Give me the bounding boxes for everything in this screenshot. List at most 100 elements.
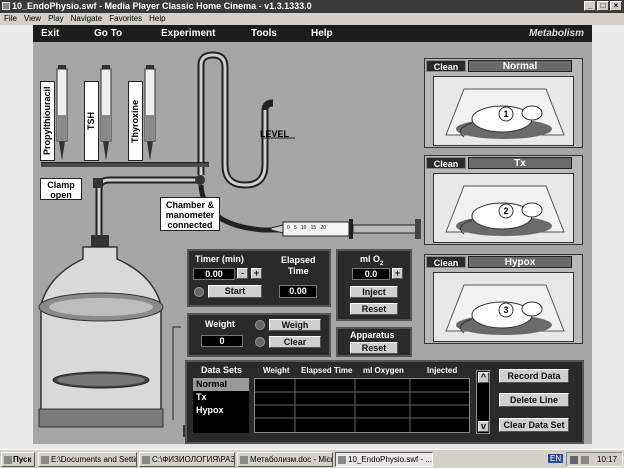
weigh-indicator-icon	[255, 320, 265, 330]
oxygen-increase-button[interactable]: +	[392, 268, 403, 279]
cage-normal[interactable]: Clean Normal 1	[424, 58, 583, 148]
tsh-syringe-icon[interactable]	[99, 65, 113, 163]
thyroxine-label: Thyroxine	[128, 81, 143, 161]
chamber-valve	[195, 175, 205, 185]
cage-label-tx: Tx	[468, 157, 572, 169]
maximize-button[interactable]: □	[597, 1, 609, 11]
inject-button[interactable]: Inject	[350, 286, 398, 298]
clamp-status-line1: Clamp	[47, 180, 75, 190]
elapsed-time-value: 0.00	[279, 285, 317, 298]
data-table[interactable]	[254, 378, 470, 433]
chamber-status-line3: connected	[167, 220, 213, 230]
scroll-up-button[interactable]: ^	[478, 372, 489, 383]
menu-bar: File View Play Navigate Favorites Help	[0, 13, 624, 25]
menu-play[interactable]: Play	[48, 13, 64, 25]
clean-button-tx[interactable]: Clean	[426, 157, 466, 169]
rat-number: 3	[503, 305, 508, 315]
weight-title: Weight	[205, 319, 235, 329]
rat-icon[interactable]: 3	[434, 273, 575, 343]
clean-button-hypox[interactable]: Clean	[426, 256, 466, 268]
apparatus-reset-button[interactable]: Reset	[350, 342, 398, 354]
cage-label-hypox: Hypox	[468, 256, 572, 268]
apparatus-title: Apparatus	[350, 330, 395, 340]
oxygen-value: 0.0	[352, 268, 390, 280]
oxygen-reset-button[interactable]: Reset	[350, 303, 398, 315]
column-ml-oxygen: ml Oxygen	[363, 366, 404, 375]
timer-increase-button[interactable]: +	[251, 268, 262, 279]
syringe-plunger	[352, 224, 418, 234]
rat-icon[interactable]: 1	[434, 77, 575, 147]
scroll-down-button[interactable]: v	[478, 421, 489, 432]
menu-help[interactable]: Help	[149, 13, 165, 25]
taskbar-item-word-document[interactable]: Метаболизм.doc - Micro...	[237, 452, 333, 467]
app-icon	[2, 2, 10, 10]
clamp	[93, 178, 103, 188]
menu-file[interactable]: File	[4, 13, 17, 25]
bell-jar	[40, 246, 162, 416]
minimize-button[interactable]: _	[584, 1, 596, 11]
record-data-button[interactable]: Record Data	[499, 369, 569, 383]
system-tray: 10:17	[566, 452, 623, 467]
volume-icon[interactable]	[581, 456, 589, 464]
data-sets-list: Normal Tx Hypox	[193, 378, 249, 433]
level-label: LEVEL	[260, 129, 290, 139]
column-injected: Injected	[427, 366, 458, 375]
timer-decrease-button[interactable]: -	[237, 268, 248, 279]
data-set-tx[interactable]: Tx	[193, 391, 249, 404]
manometer-u-tube	[197, 51, 274, 189]
clean-button-normal[interactable]: Clean	[426, 60, 466, 72]
rat-icon[interactable]: 2	[434, 174, 575, 244]
language-indicator[interactable]: EN	[548, 454, 564, 463]
start-button[interactable]: Start	[208, 285, 262, 298]
taskbar: Пуск E:\Documents and Settin... C:\ФИЗИО…	[0, 449, 624, 468]
data-sets-title: Data Sets	[201, 365, 243, 375]
apparatus-panel: Apparatus Reset	[336, 327, 412, 357]
timer-panel: Timer (min) 0.00 - + Elapsed Time Start 0…	[187, 249, 331, 307]
close-button[interactable]: ×	[610, 1, 622, 11]
frame-left	[0, 25, 33, 449]
chamber-status-line1: Chamber &	[165, 200, 214, 210]
data-set-normal[interactable]: Normal	[193, 378, 249, 391]
word-icon	[240, 456, 248, 464]
weight-clear-button[interactable]: Clear	[269, 336, 321, 348]
data-table-grid	[255, 379, 469, 432]
rat-number: 2	[503, 206, 508, 216]
window-title: 10_EndoPhysio.swf - Media Player Classic…	[12, 1, 312, 11]
taskbar-item-explorer-physiology[interactable]: C:\ФИЗИОЛОГИЯ\РАЗН...	[139, 452, 235, 467]
taskbar-item-label: C:\ФИЗИОЛОГИЯ\РАЗН...	[152, 455, 235, 464]
media-player-icon	[338, 456, 346, 464]
window-title-bar: 10_EndoPhysio.swf - Media Player Classic…	[0, 0, 624, 13]
clear-indicator-icon	[255, 337, 265, 347]
oxygen-panel: ml O2 0.0 + Inject Reset	[336, 249, 412, 321]
chamber-status[interactable]: Chamber & manometer connected	[160, 197, 220, 231]
delete-line-button[interactable]: Delete Line	[499, 393, 569, 407]
start-menu-button[interactable]: Пуск	[1, 452, 35, 467]
weight-value: 0	[201, 335, 243, 347]
taskbar-item-explorer-documents[interactable]: E:\Documents and Settin...	[38, 452, 137, 467]
chamber-status-line2: manometer	[165, 210, 215, 220]
elapsed-time-title: Elapsed Time	[281, 255, 316, 277]
clear-data-set-button[interactable]: Clear Data Set	[499, 418, 569, 432]
menu-navigate[interactable]: Navigate	[71, 13, 103, 25]
menu-favorites[interactable]: Favorites	[109, 13, 142, 25]
thyroxine-syringe-icon[interactable]	[143, 65, 157, 163]
menu-view[interactable]: View	[24, 13, 41, 25]
data-set-hypox[interactable]: Hypox	[193, 404, 249, 417]
folder-icon	[41, 456, 49, 464]
taskbar-item-label: Метаболизм.doc - Micro...	[250, 455, 333, 464]
oxygen-title-text: ml O	[360, 254, 381, 264]
weigh-button[interactable]: Weigh	[269, 319, 321, 331]
cage-hypox[interactable]: Clean Hypox 3	[424, 254, 583, 344]
timer-value: 0.00	[193, 268, 235, 280]
clamp-status[interactable]: Clamp open	[40, 178, 82, 200]
cage-label-normal: Normal	[468, 60, 572, 72]
tray-icon[interactable]	[570, 456, 578, 464]
oxygen-title-subscript: 2	[380, 260, 384, 267]
folder-icon	[142, 456, 150, 464]
propylthiouracil-label: Propylthiouracil	[40, 81, 55, 161]
taskbar-item-media-player[interactable]: 10_EndoPhysio.swf - ...	[335, 452, 433, 467]
start-indicator-icon	[194, 287, 204, 297]
propylthiouracil-syringe-icon[interactable]	[55, 65, 69, 163]
data-table-scrollbar[interactable]: ^ v	[476, 370, 490, 434]
cage-tx[interactable]: Clean Tx 2	[424, 155, 583, 245]
